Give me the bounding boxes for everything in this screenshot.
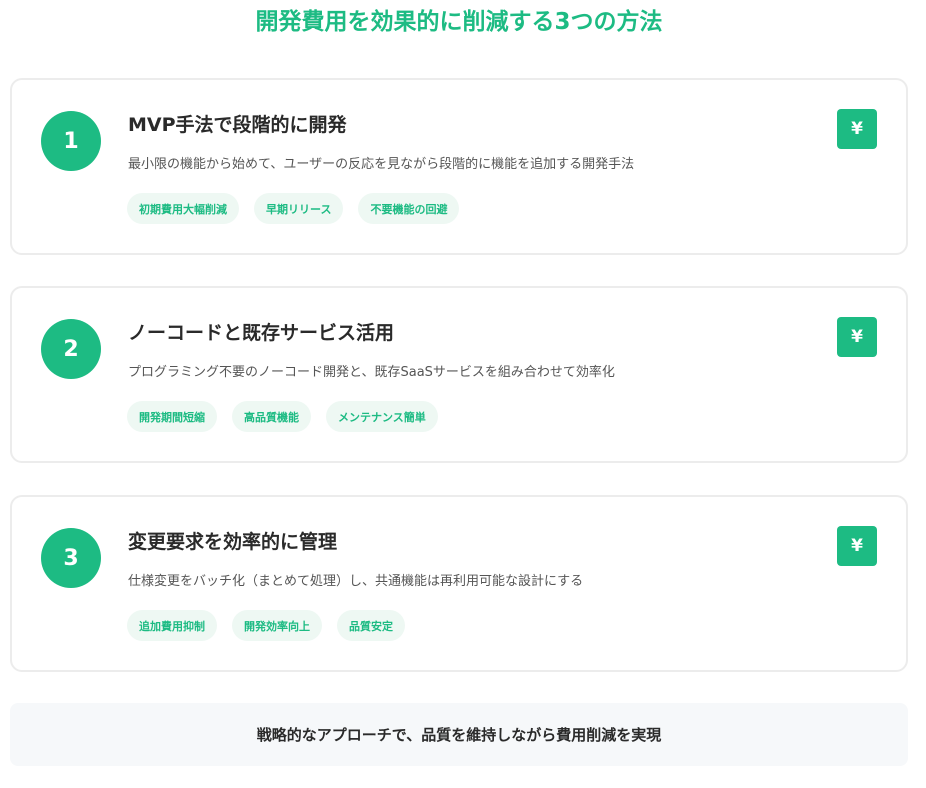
tag-list: 初期費用大幅削減 早期リリース 不要機能の回避 (127, 193, 460, 224)
yen-icon: ¥ (837, 317, 877, 357)
tag-list: 開発期間短縮 高品質機能 メンテナンス簡単 (127, 401, 438, 432)
tag: 不要機能の回避 (358, 193, 460, 224)
step-number-badge: 3 (41, 528, 101, 588)
yen-icon: ¥ (837, 526, 877, 566)
page-title: 開発費用を効果的に削減する3つの方法 (255, 9, 663, 35)
tag-list: 追加費用抑制 開発効率向上 品質安定 (127, 610, 405, 641)
method-title: 変更要求を効率的に管理 (128, 531, 338, 553)
step-number-badge: 2 (41, 319, 101, 379)
tag: 開発効率向上 (232, 610, 322, 641)
method-title: MVP手法で段階的に開発 (128, 114, 347, 136)
tag: 高品質機能 (232, 401, 311, 432)
method-card-2: 2 ノーコードと既存サービス活用 プログラミング不要のノーコード開発と、既存Sa… (10, 286, 908, 463)
summary-banner: 戦略的なアプローチで、品質を維持しながら費用削減を実現 (10, 703, 908, 766)
tag: 品質安定 (337, 610, 405, 641)
tag: 早期リリース (254, 193, 344, 224)
method-description: 最小限の機能から始めて、ユーザーの反応を見ながら段階的に機能を追加する開発手法 (128, 157, 635, 172)
tag: 開発期間短縮 (127, 401, 217, 432)
tag: メンテナンス簡単 (326, 401, 438, 432)
method-title: ノーコードと既存サービス活用 (128, 322, 395, 344)
method-description: 仕様変更をバッチ化（まとめて処理）し、共通機能は再利用可能な設計にする (128, 574, 584, 589)
tag: 初期費用大幅削減 (127, 193, 239, 224)
page: 開発費用を効果的に削減する3つの方法 1 MVP手法で段階的に開発 最小限の機能… (0, 0, 926, 788)
method-card-1: 1 MVP手法で段階的に開発 最小限の機能から始めて、ユーザーの反応を見ながら段… (10, 78, 908, 255)
yen-icon: ¥ (837, 109, 877, 149)
tag: 追加費用抑制 (127, 610, 217, 641)
step-number-badge: 1 (41, 111, 101, 171)
method-card-3: 3 変更要求を効率的に管理 仕様変更をバッチ化（まとめて処理）し、共通機能は再利… (10, 495, 908, 672)
method-description: プログラミング不要のノーコード開発と、既存SaaSサービスを組み合わせて効率化 (128, 365, 615, 380)
